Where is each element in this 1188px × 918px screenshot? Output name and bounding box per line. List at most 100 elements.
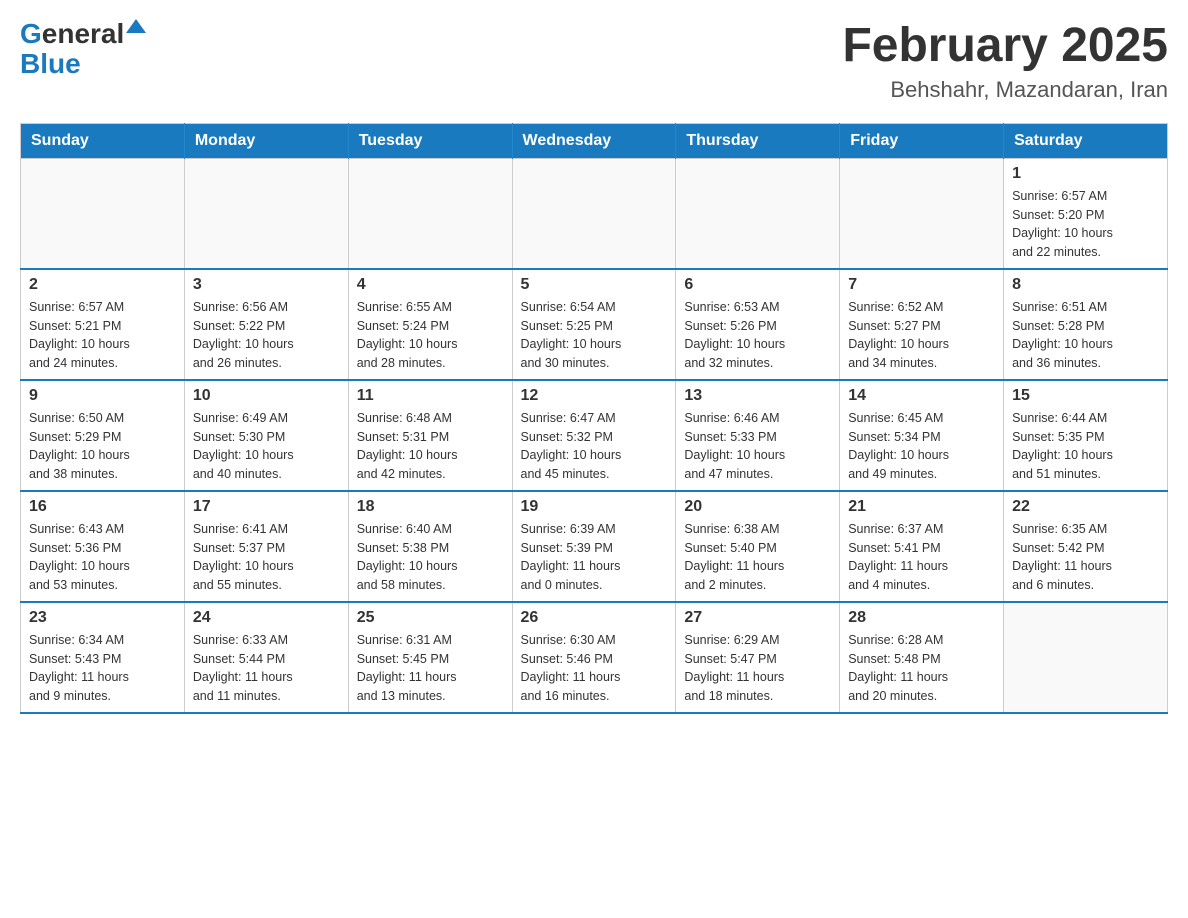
calendar-header: Sunday Monday Tuesday Wednesday Thursday… [21, 123, 1168, 158]
calendar-cell: 19 Sunrise: 6:39 AM Sunset: 5:39 PM Dayli… [512, 491, 676, 602]
day-info: Sunrise: 6:48 AM Sunset: 5:31 PM Dayligh… [357, 409, 504, 484]
day-info: Sunrise: 6:46 AM Sunset: 5:33 PM Dayligh… [684, 409, 831, 484]
logo-blue-text: Blue [20, 50, 81, 78]
logo-general-text: General [20, 20, 124, 48]
day-number: 19 [521, 498, 668, 516]
header-friday: Friday [840, 123, 1004, 158]
day-number: 18 [357, 498, 504, 516]
day-info: Sunrise: 6:49 AM Sunset: 5:30 PM Dayligh… [193, 409, 340, 484]
calendar-cell: 26 Sunrise: 6:30 AM Sunset: 5:46 PM Dayli… [512, 602, 676, 713]
day-number: 10 [193, 387, 340, 405]
day-number: 25 [357, 609, 504, 627]
calendar-table: Sunday Monday Tuesday Wednesday Thursday… [20, 123, 1168, 714]
day-info: Sunrise: 6:50 AM Sunset: 5:29 PM Dayligh… [29, 409, 176, 484]
day-number: 26 [521, 609, 668, 627]
day-info: Sunrise: 6:51 AM Sunset: 5:28 PM Dayligh… [1012, 298, 1159, 373]
calendar-cell: 23Sunrise: 6:34 AM Sunset: 5:43 PM Dayli… [21, 602, 185, 713]
calendar-cell: 21 Sunrise: 6:37 AM Sunset: 5:41 PM Dayli… [840, 491, 1004, 602]
calendar-cell: 17 Sunrise: 6:41 AM Sunset: 5:37 PM Dayli… [184, 491, 348, 602]
day-info: Sunrise: 6:28 AM Sunset: 5:48 PM Dayligh… [848, 631, 995, 706]
header-wednesday: Wednesday [512, 123, 676, 158]
day-number: 22 [1012, 498, 1159, 516]
calendar-cell: 13Sunrise: 6:46 AM Sunset: 5:33 PM Dayli… [676, 380, 840, 491]
day-number: 28 [848, 609, 995, 627]
day-info: Sunrise: 6:39 AM Sunset: 5:39 PM Dayligh… [521, 520, 668, 595]
header-sunday: Sunday [21, 123, 185, 158]
day-number: 16 [29, 498, 176, 516]
calendar-cell: 12 Sunrise: 6:47 AM Sunset: 5:32 PM Dayli… [512, 380, 676, 491]
day-number: 4 [357, 276, 504, 294]
calendar-cell: 11Sunrise: 6:48 AM Sunset: 5:31 PM Dayli… [348, 380, 512, 491]
day-number: 8 [1012, 276, 1159, 294]
day-info: Sunrise: 6:37 AM Sunset: 5:41 PM Dayligh… [848, 520, 995, 595]
calendar-cell: 25 Sunrise: 6:31 AM Sunset: 5:45 PM Dayli… [348, 602, 512, 713]
day-info: Sunrise: 6:33 AM Sunset: 5:44 PM Dayligh… [193, 631, 340, 706]
day-info: Sunrise: 6:55 AM Sunset: 5:24 PM Dayligh… [357, 298, 504, 373]
day-info: Sunrise: 6:30 AM Sunset: 5:46 PM Dayligh… [521, 631, 668, 706]
day-info: Sunrise: 6:57 AM Sunset: 5:21 PM Dayligh… [29, 298, 176, 373]
calendar-cell [184, 158, 348, 269]
day-number: 24 [193, 609, 340, 627]
header-saturday: Saturday [1004, 123, 1168, 158]
header-thursday: Thursday [676, 123, 840, 158]
calendar-cell [21, 158, 185, 269]
calendar-cell: 27Sunrise: 6:29 AM Sunset: 5:47 PM Dayli… [676, 602, 840, 713]
calendar-cell [348, 158, 512, 269]
calendar-cell: 15Sunrise: 6:44 AM Sunset: 5:35 PM Dayli… [1004, 380, 1168, 491]
logo: General Blue [20, 20, 146, 78]
day-number: 1 [1012, 165, 1159, 183]
day-number: 15 [1012, 387, 1159, 405]
calendar-cell: 10 Sunrise: 6:49 AM Sunset: 5:30 PM Dayli… [184, 380, 348, 491]
day-info: Sunrise: 6:31 AM Sunset: 5:45 PM Dayligh… [357, 631, 504, 706]
header-tuesday: Tuesday [348, 123, 512, 158]
day-number: 14 [848, 387, 995, 405]
calendar-week-3: 9 Sunrise: 6:50 AM Sunset: 5:29 PM Daylig… [21, 380, 1168, 491]
calendar-cell: 14 Sunrise: 6:45 AM Sunset: 5:34 PM Dayli… [840, 380, 1004, 491]
calendar-cell [1004, 602, 1168, 713]
calendar-subtitle: Behshahr, Mazandaran, Iran [842, 77, 1168, 103]
day-info: Sunrise: 6:53 AM Sunset: 5:26 PM Dayligh… [684, 298, 831, 373]
day-info: Sunrise: 6:34 AM Sunset: 5:43 PM Dayligh… [29, 631, 176, 706]
calendar-cell: 2 Sunrise: 6:57 AM Sunset: 5:21 PM Daylig… [21, 269, 185, 380]
calendar-cell: 1Sunrise: 6:57 AM Sunset: 5:20 PM Daylig… [1004, 158, 1168, 269]
calendar-week-4: 16Sunrise: 6:43 AM Sunset: 5:36 PM Dayli… [21, 491, 1168, 602]
calendar-cell [512, 158, 676, 269]
calendar-cell: 28 Sunrise: 6:28 AM Sunset: 5:48 PM Dayli… [840, 602, 1004, 713]
day-number: 12 [521, 387, 668, 405]
day-info: Sunrise: 6:38 AM Sunset: 5:40 PM Dayligh… [684, 520, 831, 595]
day-number: 21 [848, 498, 995, 516]
days-of-week-row: Sunday Monday Tuesday Wednesday Thursday… [21, 123, 1168, 158]
day-info: Sunrise: 6:35 AM Sunset: 5:42 PM Dayligh… [1012, 520, 1159, 595]
calendar-cell: 16Sunrise: 6:43 AM Sunset: 5:36 PM Dayli… [21, 491, 185, 602]
day-number: 6 [684, 276, 831, 294]
day-number: 5 [521, 276, 668, 294]
day-number: 9 [29, 387, 176, 405]
day-number: 3 [193, 276, 340, 294]
day-number: 17 [193, 498, 340, 516]
day-info: Sunrise: 6:54 AM Sunset: 5:25 PM Dayligh… [521, 298, 668, 373]
calendar-week-1: 1Sunrise: 6:57 AM Sunset: 5:20 PM Daylig… [21, 158, 1168, 269]
calendar-cell: 20Sunrise: 6:38 AM Sunset: 5:40 PM Dayli… [676, 491, 840, 602]
day-info: Sunrise: 6:41 AM Sunset: 5:37 PM Dayligh… [193, 520, 340, 595]
calendar-cell: 4 Sunrise: 6:55 AM Sunset: 5:24 PM Daylig… [348, 269, 512, 380]
header-monday: Monday [184, 123, 348, 158]
day-number: 2 [29, 276, 176, 294]
calendar-cell: 9 Sunrise: 6:50 AM Sunset: 5:29 PM Daylig… [21, 380, 185, 491]
day-info: Sunrise: 6:56 AM Sunset: 5:22 PM Dayligh… [193, 298, 340, 373]
calendar-cell: 18Sunrise: 6:40 AM Sunset: 5:38 PM Dayli… [348, 491, 512, 602]
calendar-cell: 24 Sunrise: 6:33 AM Sunset: 5:44 PM Dayli… [184, 602, 348, 713]
day-info: Sunrise: 6:45 AM Sunset: 5:34 PM Dayligh… [848, 409, 995, 484]
calendar-title: February 2025 [842, 20, 1168, 73]
day-number: 7 [848, 276, 995, 294]
page-header: General Blue February 2025 Behshahr, Maz… [20, 20, 1168, 103]
calendar-cell: 7Sunrise: 6:52 AM Sunset: 5:27 PM Daylig… [840, 269, 1004, 380]
logo-triangle-icon [126, 19, 146, 33]
calendar-cell: 3 Sunrise: 6:56 AM Sunset: 5:22 PM Daylig… [184, 269, 348, 380]
calendar-cell [676, 158, 840, 269]
calendar-cell [840, 158, 1004, 269]
day-info: Sunrise: 6:47 AM Sunset: 5:32 PM Dayligh… [521, 409, 668, 484]
day-info: Sunrise: 6:29 AM Sunset: 5:47 PM Dayligh… [684, 631, 831, 706]
calendar-week-5: 23Sunrise: 6:34 AM Sunset: 5:43 PM Dayli… [21, 602, 1168, 713]
title-section: February 2025 Behshahr, Mazandaran, Iran [842, 20, 1168, 103]
calendar-body: 1Sunrise: 6:57 AM Sunset: 5:20 PM Daylig… [21, 158, 1168, 713]
